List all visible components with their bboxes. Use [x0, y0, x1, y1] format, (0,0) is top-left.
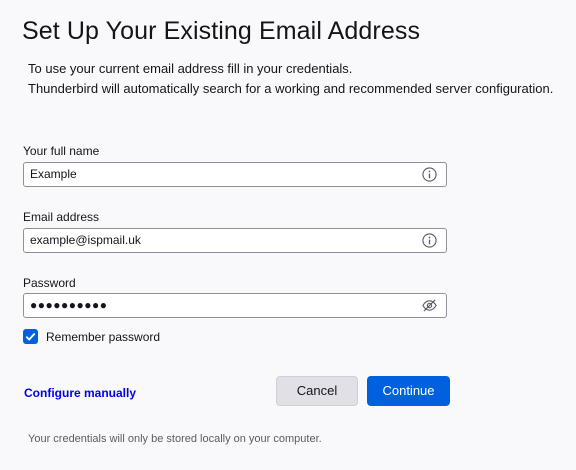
continue-button[interactable]: Continue	[367, 376, 450, 406]
page-description: To use your current email address fill i…	[28, 59, 553, 99]
remember-password-checkbox[interactable]	[23, 329, 38, 344]
page-title: Set Up Your Existing Email Address	[22, 17, 421, 45]
description-line-1: To use your current email address fill i…	[28, 61, 353, 76]
password-value: ●●●●●●●●●●	[30, 298, 108, 312]
checkmark-icon	[25, 332, 36, 341]
full-name-value: Example	[30, 167, 77, 181]
eye-slash-icon[interactable]	[422, 298, 437, 313]
info-icon[interactable]	[422, 233, 437, 248]
email-label: Email address	[23, 210, 100, 224]
remember-password-label[interactable]: Remember password	[46, 330, 160, 344]
email-field[interactable]: example@ispmail.uk	[23, 228, 447, 253]
configure-manually-link[interactable]: Configure manually	[24, 386, 136, 400]
footer-note: Your credentials will only be stored loc…	[28, 433, 322, 445]
cancel-button[interactable]: Cancel	[276, 376, 358, 406]
full-name-field[interactable]: Example	[23, 162, 447, 187]
info-icon[interactable]	[422, 167, 437, 182]
password-field[interactable]: ●●●●●●●●●●	[23, 293, 447, 318]
password-label: Password	[23, 276, 76, 290]
description-line-2: Thunderbird will automatically search fo…	[28, 81, 554, 96]
full-name-label: Your full name	[23, 144, 100, 158]
email-value: example@ispmail.uk	[30, 233, 141, 247]
